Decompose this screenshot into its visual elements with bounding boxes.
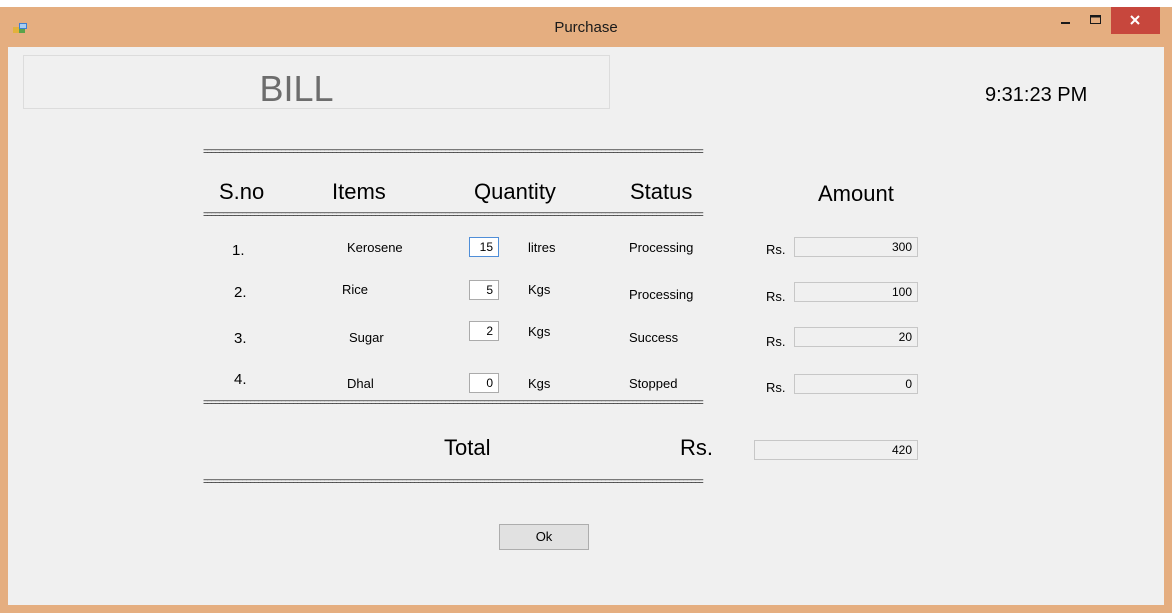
- row-2-status: Processing: [629, 287, 694, 302]
- row-4-sno: 4.: [234, 371, 247, 388]
- row-1-unit: litres: [528, 240, 556, 255]
- separator-header: ========================================…: [203, 210, 704, 220]
- row-2-unit: Kgs: [528, 282, 551, 297]
- row-2-item: Rice: [342, 282, 369, 297]
- maximize-icon: [1090, 15, 1101, 24]
- bill-title: BILL: [259, 68, 334, 109]
- row-1-rs-label: Rs.: [766, 242, 786, 257]
- row-2-quantity-input[interactable]: [469, 280, 499, 300]
- header-status: Status: [630, 179, 693, 204]
- row-4-rs-label: Rs.: [766, 380, 786, 395]
- header-amount: Amount: [818, 181, 894, 206]
- row-3-unit: Kgs: [528, 324, 551, 339]
- row-4-item: Dhal: [347, 376, 374, 391]
- form-client-area: BILL 9:31:23 PM ========================…: [8, 47, 1164, 605]
- row-4-status: Stopped: [629, 376, 678, 391]
- row-2-rs-label: Rs.: [766, 289, 786, 304]
- row-3-item: Sugar: [349, 330, 384, 345]
- bill-title-box: BILL: [23, 55, 610, 109]
- total-rs-label: Rs.: [680, 435, 713, 460]
- row-1-amount-field[interactable]: [794, 237, 918, 257]
- separator-top: ========================================…: [203, 147, 704, 157]
- ok-button[interactable]: Ok: [499, 524, 589, 550]
- row-3-status: Success: [629, 330, 679, 345]
- minimize-button[interactable]: [1051, 7, 1081, 34]
- separator-rows-bottom: ========================================…: [203, 398, 704, 408]
- row-1-status: Processing: [629, 240, 694, 255]
- row-4-unit: Kgs: [528, 376, 551, 391]
- total-amount-field[interactable]: [754, 440, 918, 460]
- minimize-icon: [1061, 22, 1070, 24]
- row-3-amount-field[interactable]: [794, 327, 918, 347]
- clock-label: 9:31:23 PM: [985, 84, 1088, 106]
- title-bar[interactable]: Purchase: [0, 7, 1172, 47]
- close-button[interactable]: [1111, 7, 1160, 34]
- row-3-quantity-input[interactable]: [469, 321, 499, 341]
- header-sno: S.no: [219, 179, 265, 204]
- header-quantity: Quantity: [474, 179, 556, 204]
- close-icon: [1130, 15, 1140, 25]
- row-4-quantity-input[interactable]: [469, 373, 499, 393]
- window-title: Purchase: [554, 19, 618, 36]
- row-1-item: Kerosene: [347, 240, 403, 255]
- row-3-rs-label: Rs.: [766, 334, 786, 349]
- separator-total: ========================================…: [203, 477, 704, 487]
- row-2-amount-field[interactable]: [794, 282, 918, 302]
- row-3-sno: 3.: [234, 330, 247, 347]
- header-items: Items: [332, 179, 386, 204]
- total-label: Total: [444, 435, 491, 460]
- row-2-sno: 2.: [234, 284, 247, 301]
- row-4-amount-field[interactable]: [794, 374, 918, 394]
- window-frame: Purchase BILL 9:31:23 PM ===============…: [0, 7, 1172, 613]
- row-1-quantity-input[interactable]: [469, 237, 499, 257]
- row-1-sno: 1.: [232, 242, 245, 259]
- maximize-button[interactable]: [1081, 7, 1111, 34]
